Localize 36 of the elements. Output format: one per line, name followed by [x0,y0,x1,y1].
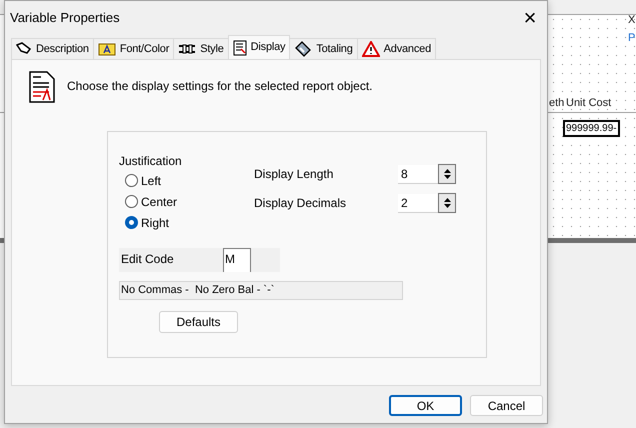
up-arrow-icon [444,169,450,173]
canvas-label: X [628,15,636,26]
justification-label: Justification [119,154,183,168]
warning-icon [362,41,380,57]
canvas-label: Unit Cost [566,98,612,109]
spinner-label: Display Decimals [254,195,348,212]
window-title: Variable Properties [10,9,121,28]
up-arrow-icon [444,198,450,202]
tab[interactable]: Advanced [356,38,436,59]
document-icon [232,40,247,56]
canvas-label: eth [549,98,564,109]
defaults-button[interactable]: Defaults [159,311,238,333]
close-button[interactable]: × [513,3,547,33]
font-icon [98,42,116,56]
tab[interactable]: Totaling [289,38,358,59]
radio-option[interactable]: Center [125,194,254,209]
tab[interactable]: Display [228,35,290,59]
radio-button[interactable] [125,216,138,229]
dialog-button[interactable]: Cancel [470,395,543,416]
spinner-label: Display Length [254,166,334,183]
edit-code-label: Edit Code [120,251,175,268]
down-arrow-icon [444,175,450,179]
edit-code-description: No Commas - No Zero Bal - `-` [119,281,403,300]
radio-option[interactable]: Right [125,215,254,230]
radio-option[interactable]: Left [125,173,254,188]
radio-button[interactable] [125,195,138,208]
canvas-link-label: P [628,33,636,44]
canvas-field: 999999.99- [563,120,620,137]
style-icon [178,43,196,55]
edit-code-field[interactable]: M [223,248,251,272]
tab[interactable]: Description [11,38,94,59]
down-arrow-icon [444,204,450,208]
dialog-button[interactable]: OK [389,395,462,416]
header-text: Choose the display settings for the selected report object. [67,78,373,95]
radio-button[interactable] [125,174,138,187]
document-icon [29,71,55,103]
